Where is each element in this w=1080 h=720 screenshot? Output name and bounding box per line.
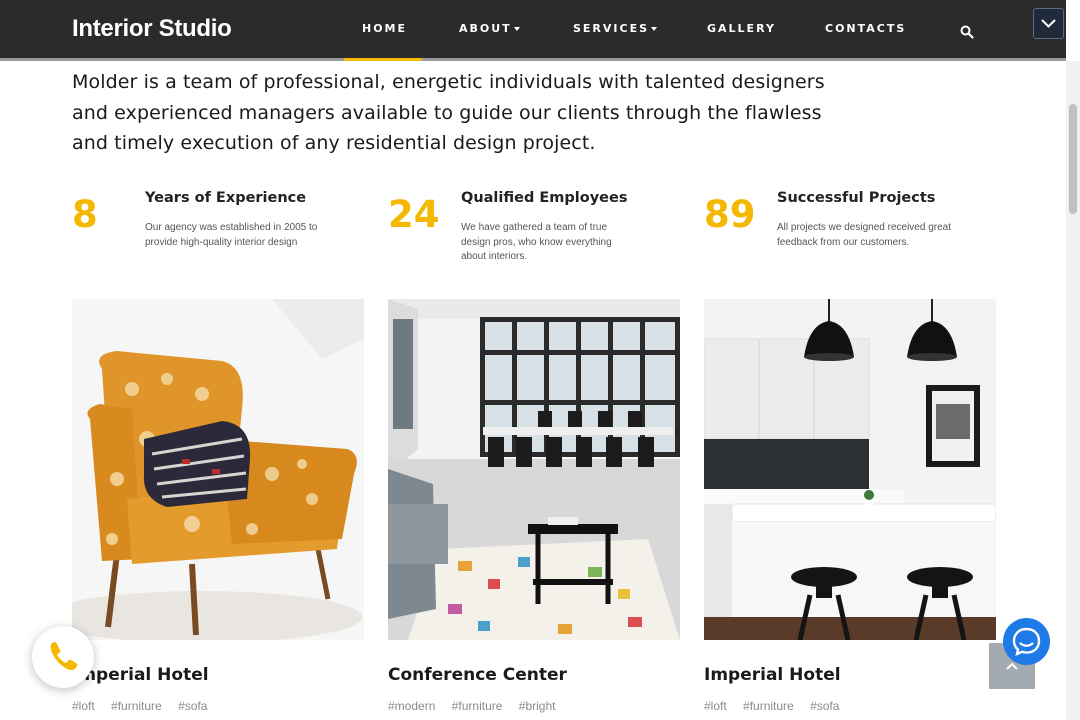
brand-logo[interactable]: Interior Studio (72, 15, 232, 43)
nav-about-label: ABOUT (459, 22, 512, 35)
tag-link[interactable]: #furniture (111, 699, 162, 713)
nav-home-label: HOME (362, 22, 408, 35)
project-tags: #modern #furniture #bright (388, 699, 568, 713)
project-card[interactable]: Conference Center #modern #furniture #br… (388, 299, 680, 720)
project-card[interactable]: Imperial Hotel #loft #furniture #sofa (704, 299, 996, 720)
tag-link[interactable]: #sofa (178, 699, 207, 713)
project-tags: #loft #furniture #sofa (72, 699, 220, 713)
search-icon[interactable] (960, 24, 974, 39)
nav-gallery-label: GALLERY (707, 22, 776, 35)
nav-services-label: SERVICES (573, 22, 650, 35)
stat-title: Years of Experience (145, 190, 307, 206)
tag-link[interactable]: #loft (72, 699, 95, 713)
stat-block: 89 Successful Projects All projects we d… (704, 188, 1004, 268)
project-title[interactable]: Imperial Hotel (704, 665, 841, 685)
stat-block: 24 Qualified Employees We have gathered … (388, 188, 688, 268)
stat-description: We have gathered a team of true design p… (461, 222, 612, 262)
armchair-photo[interactable] (72, 299, 364, 640)
scrollbar-thumb[interactable] (1069, 104, 1077, 214)
stat-title: Qualified Employees (461, 190, 628, 206)
nav-gallery[interactable]: GALLERY (707, 22, 776, 35)
nav-active-indicator (344, 58, 422, 61)
stat-number: 89 (704, 193, 756, 236)
phone-call-button[interactable] (32, 626, 94, 688)
header-divider (0, 58, 1066, 61)
kitchen-photo[interactable] (704, 299, 996, 640)
nav-contacts-label: CONTACTS (825, 22, 907, 35)
tag-link[interactable]: #bright (519, 699, 556, 713)
tag-link[interactable]: #sofa (810, 699, 839, 713)
chevron-down-icon (1041, 19, 1056, 28)
stat-number: 24 (388, 193, 440, 236)
conference-room-photo[interactable] (388, 299, 680, 640)
project-card[interactable]: Imperial Hotel #loft #furniture #sofa (72, 299, 364, 720)
nav-contacts[interactable]: CONTACTS (825, 22, 906, 35)
chat-button[interactable] (1003, 618, 1050, 665)
stat-number: 8 (72, 193, 98, 236)
intro-paragraph: Molder is a team of professional, energe… (72, 71, 825, 154)
tag-link[interactable]: #modern (388, 699, 435, 713)
nav-home[interactable]: HOME (362, 22, 407, 35)
tag-link[interactable]: #furniture (743, 699, 794, 713)
stat-description: All projects we designed received great … (777, 222, 951, 248)
stat-block: 8 Years of Experience Our agency was est… (72, 188, 372, 268)
stat-title: Successful Projects (777, 190, 936, 206)
project-title[interactable]: Conference Center (388, 665, 567, 685)
project-tags: #loft #furniture #sofa (704, 699, 852, 713)
tag-link[interactable]: #furniture (452, 699, 503, 713)
caret-down-icon (651, 27, 658, 31)
phone-icon (50, 642, 78, 670)
tag-link[interactable]: #loft (704, 699, 727, 713)
chat-icon (1012, 627, 1041, 657)
stat-description: Our agency was established in 2005 to pr… (145, 222, 318, 248)
nav-about[interactable]: ABOUT (459, 22, 520, 35)
scroll-down-button[interactable] (1033, 8, 1064, 39)
caret-down-icon (513, 27, 520, 31)
nav-services[interactable]: SERVICES (573, 22, 658, 35)
